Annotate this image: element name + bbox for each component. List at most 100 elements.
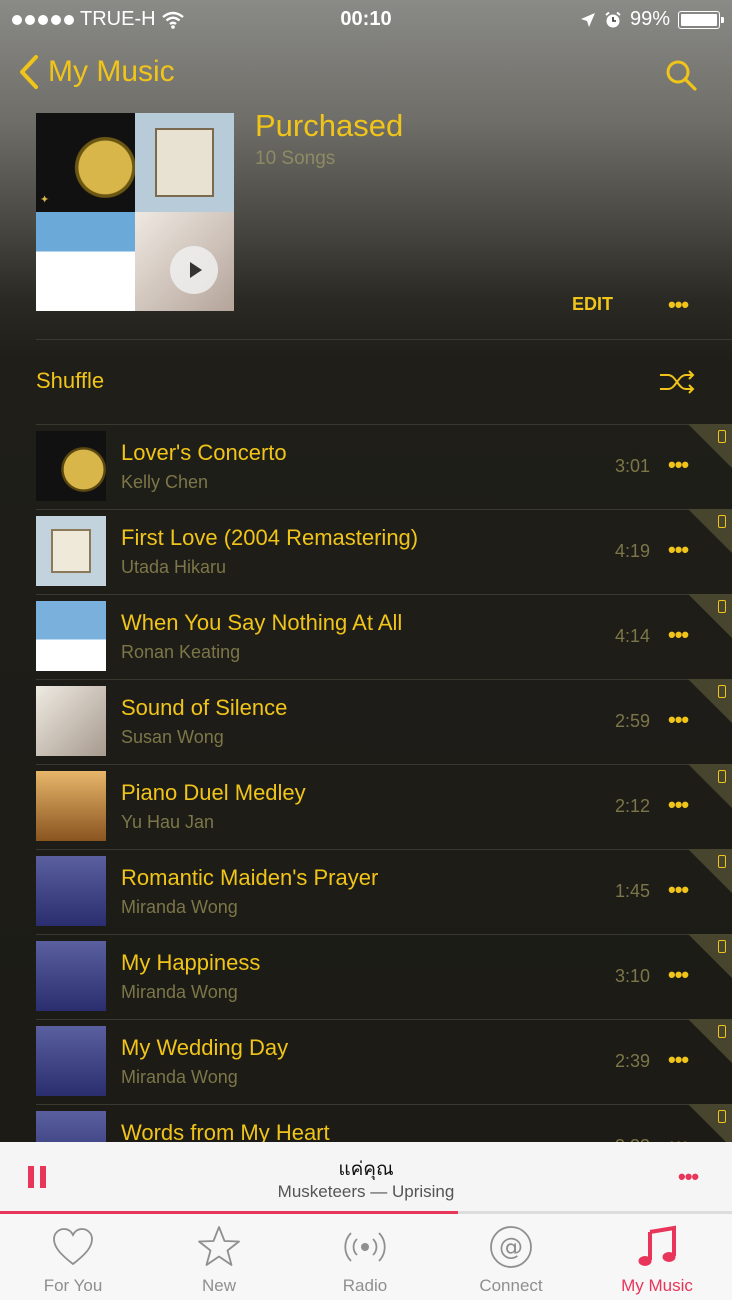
song-duration: 3:10 [614, 966, 650, 986]
song-more-button[interactable]: ••• [668, 877, 689, 903]
back-button[interactable]: My Music [18, 54, 175, 90]
song-title: Piano Duel Medley [121, 780, 306, 805]
now-playing-subtitle: Musketeers — Uprising [277, 1182, 455, 1201]
row-separator [36, 934, 732, 935]
svg-text:@: @ [499, 1233, 523, 1261]
song-artist: Miranda Wong [121, 1067, 238, 1087]
tab-label: Radio [342, 1276, 388, 1295]
tab-label: Connect [479, 1276, 543, 1295]
song-row[interactable]: When You Say Nothing At All Ronan Keating… [0, 594, 732, 679]
song-title: When You Say Nothing At All [121, 610, 403, 635]
song-row[interactable]: Romantic Maiden's Prayer Miranda Wong 1:45… [0, 849, 732, 934]
song-duration: 2:39 [614, 1051, 650, 1071]
battery-icon [678, 10, 724, 29]
song-artwork [36, 771, 106, 841]
row-separator [36, 1104, 732, 1105]
tab-label: For You [43, 1276, 103, 1295]
song-duration: 4:19 [614, 541, 650, 561]
tab-connect[interactable]: @ Connect [438, 1214, 584, 1300]
song-row[interactable]: Lover's Concerto Kelly Chen 3:01 ••• [0, 424, 732, 509]
tab-my-music[interactable]: My Music [584, 1214, 730, 1300]
back-label: My Music [48, 55, 175, 88]
song-artwork [36, 431, 106, 501]
song-more-button[interactable]: ••• [668, 1047, 689, 1073]
song-artist: Yu Hau Jan [121, 812, 215, 832]
now-playing-title: แค่คุณ [338, 1159, 394, 1180]
song-more-button[interactable]: ••• [668, 792, 689, 818]
device-icon [718, 685, 726, 698]
song-row[interactable]: Sound of Silence Susan Wong 2:59 ••• [0, 679, 732, 764]
status-right: 99% [580, 8, 724, 31]
play-button[interactable] [170, 246, 218, 294]
song-row[interactable]: First Love (2004 Remastering) Utada Hikar… [0, 509, 732, 594]
song-more-button[interactable]: ••• [668, 1132, 689, 1142]
row-separator [36, 424, 732, 425]
tab-new[interactable]: New [146, 1214, 292, 1300]
device-icon [718, 855, 726, 868]
song-duration: 3:01 [614, 456, 650, 476]
shuffle-button[interactable]: Shuffle [36, 368, 104, 394]
row-separator [36, 679, 732, 680]
play-icon [190, 262, 202, 278]
row-separator [36, 594, 732, 595]
alarm-clock-icon [605, 11, 621, 27]
song-artist: Utada Hikaru [121, 557, 227, 577]
song-artist: Susan Wong [121, 727, 224, 747]
heart-icon [53, 1228, 93, 1266]
status-bar: TRUE-H 00:10 99% [0, 0, 732, 40]
playlist-more-button[interactable]: ••• [668, 292, 689, 318]
device-icon [718, 600, 726, 613]
song-artwork [36, 856, 106, 926]
song-duration: 2:59 [614, 711, 650, 731]
shuffle-icon[interactable] [658, 368, 696, 396]
album-art-tile [135, 113, 234, 212]
tab-for-you[interactable]: For You [0, 1214, 146, 1300]
row-separator [36, 509, 732, 510]
chevron-left-icon [20, 55, 38, 89]
search-icon[interactable] [664, 58, 698, 92]
song-more-button[interactable]: ••• [668, 707, 689, 733]
song-title: Lover's Concerto [121, 440, 287, 465]
song-artwork [36, 686, 106, 756]
location-arrow-icon [580, 12, 595, 27]
player-more-button[interactable]: ••• [678, 1164, 699, 1190]
battery-percent: 99% [629, 8, 670, 30]
tab-bar: For You New Radio @ Connect My Music [0, 1214, 732, 1300]
device-icon [718, 430, 726, 443]
song-artwork [36, 1026, 106, 1096]
song-artist: Ronan Keating [121, 642, 241, 662]
song-row[interactable]: My Wedding Day Miranda Wong 2:39 ••• [0, 1019, 732, 1104]
edit-button[interactable]: EDIT [572, 294, 613, 315]
row-separator [36, 764, 732, 765]
song-artist: Miranda Wong [121, 982, 238, 1002]
device-icon [718, 1025, 726, 1038]
song-more-button[interactable]: ••• [668, 537, 689, 563]
song-artwork [36, 601, 106, 671]
song-row[interactable]: Piano Duel Medley Yu Hau Jan 2:12 ••• [0, 764, 732, 849]
song-artwork [36, 941, 106, 1011]
song-duration: 4:14 [614, 626, 650, 646]
song-more-button[interactable]: ••• [668, 622, 689, 648]
song-title: Romantic Maiden's Prayer [121, 865, 379, 890]
at-icon: @ [490, 1226, 532, 1268]
device-icon [718, 515, 726, 528]
song-more-button[interactable]: ••• [668, 962, 689, 988]
song-artwork [36, 1111, 106, 1142]
album-art-tile: ✦ [36, 113, 135, 212]
song-list: Lover's Concerto Kelly Chen 3:01 ••• First L… [0, 424, 732, 1142]
playlist-title: Purchased [255, 108, 404, 143]
playlist-song-count: 10 Songs [255, 148, 336, 169]
tab-label: New [201, 1276, 236, 1295]
row-separator [36, 849, 732, 850]
song-title: First Love (2004 Remastering) [121, 525, 419, 550]
song-row[interactable]: My Happiness Miranda Wong 3:10 ••• [0, 934, 732, 1019]
star-icon [198, 1226, 240, 1266]
nav-bar: My Music [0, 48, 732, 104]
album-art-tile [36, 212, 135, 311]
song-row[interactable]: Words from My Heart3:33••• [0, 1104, 732, 1142]
song-more-button[interactable]: ••• [668, 452, 689, 478]
song-title: Sound of Silence [121, 695, 288, 720]
tab-radio[interactable]: Radio [292, 1214, 438, 1300]
mini-player[interactable]: แค่คุณ Musketeers — Uprising ••• [0, 1142, 732, 1212]
song-title: My Happiness [121, 950, 261, 975]
